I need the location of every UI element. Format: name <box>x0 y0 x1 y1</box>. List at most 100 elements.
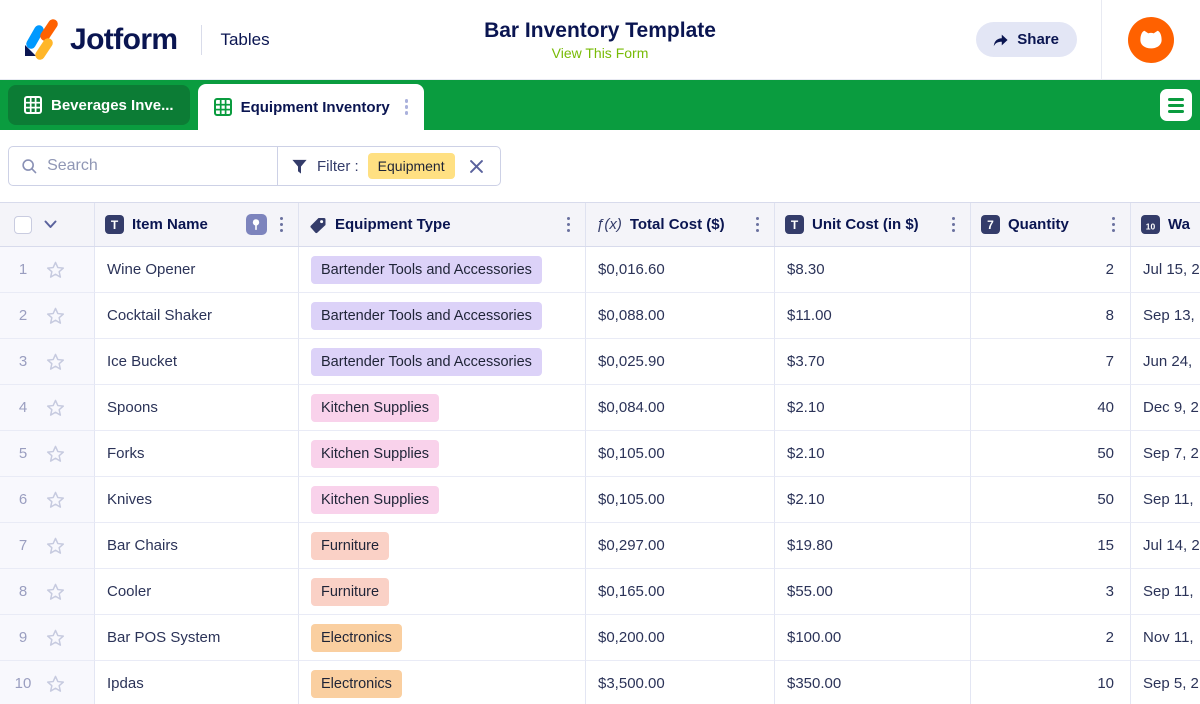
unit-cost-cell[interactable]: $11.00 <box>775 293 971 339</box>
quantity-cell[interactable]: 8 <box>971 293 1131 339</box>
item-name-cell[interactable]: Ipdas <box>95 661 299 704</box>
favorite-star-icon[interactable] <box>45 306 66 326</box>
equipment-type-cell[interactable]: Bartender Tools and Accessories <box>299 247 586 293</box>
unit-cost-cell[interactable]: $2.10 <box>775 477 971 523</box>
tab-equipment-inventory[interactable]: Equipment Inventory <box>198 84 425 130</box>
item-name-cell[interactable]: Ice Bucket <box>95 339 299 385</box>
column-menu-kebab-icon[interactable] <box>562 214 576 236</box>
column-header-quantity[interactable]: 7 Quantity <box>971 203 1131 246</box>
quantity-cell[interactable]: 3 <box>971 569 1131 615</box>
favorite-star-icon[interactable] <box>45 398 66 418</box>
tab-options-kebab-icon[interactable] <box>399 95 415 119</box>
favorite-star-icon[interactable] <box>45 674 66 694</box>
row-number: 10 <box>14 675 32 692</box>
clear-filter-button[interactable] <box>466 156 487 177</box>
unit-cost-cell[interactable]: $100.00 <box>775 615 971 661</box>
column-menu-kebab-icon[interactable] <box>751 214 765 236</box>
favorite-star-icon[interactable] <box>45 444 66 464</box>
equipment-type-cell[interactable]: Electronics <box>299 615 586 661</box>
quantity-cell[interactable]: 40 <box>971 385 1131 431</box>
unit-cost-cell[interactable]: $350.00 <box>775 661 971 704</box>
unit-cost-cell[interactable]: $2.10 <box>775 385 971 431</box>
item-name-cell[interactable]: Forks <box>95 431 299 477</box>
total-cost-cell[interactable]: $0,297.00 <box>586 523 775 569</box>
equipment-type-cell[interactable]: Kitchen Supplies <box>299 431 586 477</box>
warranty-date-cell[interactable]: Sep 11, <box>1131 477 1200 523</box>
filter-value-chip[interactable]: Equipment <box>368 153 455 179</box>
warranty-date-cell[interactable]: Sep 13, <box>1131 293 1200 339</box>
total-cost-cell[interactable]: $0,105.00 <box>586 477 775 523</box>
favorite-star-icon[interactable] <box>45 628 66 648</box>
quantity-cell[interactable]: 50 <box>971 431 1131 477</box>
unit-cost-cell[interactable]: $55.00 <box>775 569 971 615</box>
total-cost-cell[interactable]: $0,088.00 <box>586 293 775 339</box>
total-cost-cell[interactable]: $3,500.00 <box>586 661 775 704</box>
item-name-cell[interactable]: Wine Opener <box>95 247 299 293</box>
view-this-form-link[interactable]: View This Form <box>552 45 649 61</box>
select-all-checkbox[interactable] <box>14 216 32 234</box>
item-name-cell[interactable]: Spoons <box>95 385 299 431</box>
quantity-cell[interactable]: 2 <box>971 247 1131 293</box>
item-name-cell[interactable]: Cooler <box>95 569 299 615</box>
total-cost-cell[interactable]: $0,084.00 <box>586 385 775 431</box>
equipment-type-cell[interactable]: Furniture <box>299 569 586 615</box>
item-name-cell[interactable]: Knives <box>95 477 299 523</box>
equipment-type-cell[interactable]: Furniture <box>299 523 586 569</box>
total-cost-cell[interactable]: $0,016.60 <box>586 247 775 293</box>
favorite-star-icon[interactable] <box>45 536 66 556</box>
unit-cost-cell[interactable]: $3.70 <box>775 339 971 385</box>
unit-cost-cell[interactable]: $19.80 <box>775 523 971 569</box>
item-name-cell[interactable]: Bar POS System <box>95 615 299 661</box>
column-header-item-name[interactable]: T Item Name <box>95 203 299 246</box>
column-menu-kebab-icon[interactable] <box>1107 214 1121 236</box>
equipment-type-cell[interactable]: Electronics <box>299 661 586 704</box>
column-header-equipment-type[interactable]: Equipment Type <box>299 203 586 246</box>
warranty-date-cell[interactable]: Jun 24, <box>1131 339 1200 385</box>
item-name-cell[interactable]: Cocktail Shaker <box>95 293 299 339</box>
warranty-date-cell[interactable]: Nov 11, <box>1131 615 1200 661</box>
quantity-cell[interactable]: 50 <box>971 477 1131 523</box>
quantity-cell[interactable]: 2 <box>971 615 1131 661</box>
item-name-cell[interactable]: Bar Chairs <box>95 523 299 569</box>
column-header-unit-cost[interactable]: T Unit Cost (in $) <box>775 203 971 246</box>
warranty-date-cell[interactable]: Jul 14, 2 <box>1131 523 1200 569</box>
warranty-date-cell[interactable]: Dec 9, 2 <box>1131 385 1200 431</box>
tag-icon <box>309 216 327 234</box>
equipment-type-cell[interactable]: Kitchen Supplies <box>299 477 586 523</box>
warranty-date-cell[interactable]: Sep 7, 2 <box>1131 431 1200 477</box>
sheet-list-menu-button[interactable] <box>1160 89 1192 121</box>
equipment-type-cell[interactable]: Bartender Tools and Accessories <box>299 339 586 385</box>
equipment-type-cell[interactable]: Bartender Tools and Accessories <box>299 293 586 339</box>
favorite-star-icon[interactable] <box>45 582 66 602</box>
column-menu-kebab-icon[interactable] <box>947 214 961 236</box>
total-cost-cell[interactable]: $0,105.00 <box>586 431 775 477</box>
column-header-warranty[interactable]: 10 Wa <box>1131 203 1200 246</box>
warranty-date-cell[interactable]: Sep 5, 2 <box>1131 661 1200 704</box>
quantity-cell[interactable]: 15 <box>971 523 1131 569</box>
pin-icon[interactable] <box>246 214 267 235</box>
filter-funnel-icon <box>291 158 308 175</box>
row-select-cell: 8 <box>0 569 95 615</box>
favorite-star-icon[interactable] <box>45 352 66 372</box>
warranty-date-cell[interactable]: Sep 11, <box>1131 569 1200 615</box>
total-cost-cell[interactable]: $0,200.00 <box>586 615 775 661</box>
jotform-logo[interactable]: Jotform <box>18 19 177 61</box>
user-avatar[interactable] <box>1128 17 1174 63</box>
tab-beverages-inventory[interactable]: Beverages Inve... <box>8 85 190 125</box>
search-input[interactable] <box>47 157 265 175</box>
unit-cost-cell[interactable]: $8.30 <box>775 247 971 293</box>
column-header-total-cost[interactable]: ƒ(x) Total Cost ($) <box>586 203 775 246</box>
favorite-star-icon[interactable] <box>45 260 66 280</box>
equipment-type-cell[interactable]: Kitchen Supplies <box>299 385 586 431</box>
search-box[interactable] <box>9 147 277 185</box>
share-button[interactable]: Share <box>976 22 1077 57</box>
warranty-date-cell[interactable]: Jul 15, 2 <box>1131 247 1200 293</box>
total-cost-cell[interactable]: $0,165.00 <box>586 569 775 615</box>
chevron-down-icon[interactable] <box>44 220 57 229</box>
quantity-cell[interactable]: 10 <box>971 661 1131 704</box>
total-cost-cell[interactable]: $0,025.90 <box>586 339 775 385</box>
column-menu-kebab-icon[interactable] <box>275 214 289 236</box>
quantity-cell[interactable]: 7 <box>971 339 1131 385</box>
unit-cost-cell[interactable]: $2.10 <box>775 431 971 477</box>
favorite-star-icon[interactable] <box>45 490 66 510</box>
